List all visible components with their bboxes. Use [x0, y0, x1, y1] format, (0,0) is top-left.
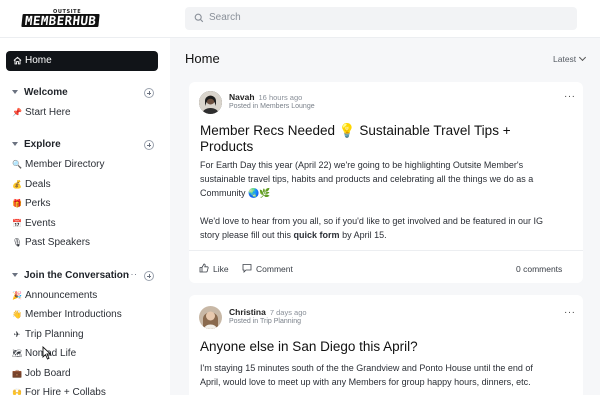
add-icon[interactable]	[144, 140, 154, 150]
sidebar: Home Welcome 📌 Start Here Explore 🔍 Memb…	[0, 38, 170, 395]
body-line: Community 🌏🌿	[200, 188, 271, 198]
avatar-image	[199, 306, 222, 329]
caret-down-icon	[12, 142, 18, 146]
avatar-image	[199, 91, 222, 114]
search-placeholder: Search	[209, 12, 241, 23]
home-icon	[13, 56, 22, 65]
post-body: For Earth Day this year (April 22) we're…	[200, 158, 543, 242]
magnifier-icon: 🔍	[12, 160, 22, 169]
sidebar-item-label: Home	[25, 55, 52, 66]
post-title[interactable]: Anyone else in San Diego this April?	[200, 339, 418, 355]
caret-down-icon	[12, 273, 18, 277]
quick-form-link[interactable]: quick form	[294, 230, 340, 240]
comments-count[interactable]: 0 comments	[516, 264, 562, 274]
map-icon: 🗺	[12, 349, 23, 358]
comment-label: Comment	[256, 264, 293, 274]
microphone-icon: 🎙	[12, 238, 23, 247]
sort-label: Latest	[553, 54, 577, 64]
post-title-line: Member Recs Needed 💡 Sustainable Travel …	[200, 123, 511, 138]
section-title: Explore	[24, 139, 61, 150]
sidebar-item-label: Events	[25, 218, 56, 229]
sidebar-item-label: For Hire + Collabs	[25, 387, 106, 395]
section-title: Join the Conversation	[24, 270, 130, 281]
body-line: I'm staying 15 minutes south of the the …	[200, 363, 533, 373]
body-line: story please fill out this quick form by…	[200, 228, 543, 242]
avatar[interactable]	[199, 91, 222, 114]
post-time: 16 hours ago	[258, 93, 303, 102]
posted-in[interactable]: Posted in Trip Planning	[229, 318, 301, 325]
more-options-icon[interactable]: ···	[127, 269, 138, 279]
like-label: Like	[213, 264, 229, 274]
post-body: I'm staying 15 minutes south of the the …	[200, 361, 533, 389]
raised-hands-icon: 🙌	[12, 388, 22, 395]
search-input[interactable]: Search	[185, 7, 577, 30]
caret-down-icon	[12, 90, 18, 94]
section-title: Welcome	[24, 87, 68, 98]
add-icon[interactable]	[144, 88, 154, 98]
post-card[interactable]: Navah 16 hours ago Posted in Members Loun…	[189, 82, 583, 283]
airplane-icon: ✈	[13, 330, 21, 339]
briefcase-icon: 💼	[12, 369, 22, 378]
comment-icon	[242, 264, 252, 273]
body-line: sustainable travel tips, habits and prod…	[200, 174, 534, 184]
posted-in[interactable]: Posted in Members Lounge	[229, 103, 315, 110]
waving-hand-icon: 👋	[12, 310, 22, 319]
post-title-line: Anyone else in San Diego this April?	[200, 339, 418, 354]
post-options-icon[interactable]: ···	[564, 307, 576, 318]
gift-icon: 🎁	[12, 199, 22, 208]
top-header: OUTSITE MEMBERHUB Search	[0, 0, 600, 38]
calendar-icon: 📅	[12, 219, 22, 228]
post-time: 7 days ago	[269, 308, 307, 317]
chevron-down-icon	[578, 53, 587, 62]
pin-icon: 📌	[12, 108, 22, 117]
author-name: Christina	[229, 307, 266, 317]
author-name: Navah	[229, 92, 255, 102]
body-line: We'd love to hear from you all, so if yo…	[200, 216, 543, 226]
page-title: Home	[185, 51, 220, 66]
search-icon	[194, 13, 204, 23]
sidebar-item-label: Perks	[25, 198, 51, 209]
divider	[189, 250, 583, 251]
avatar[interactable]	[199, 306, 222, 329]
body-line: April, would love to meet up with any Me…	[200, 377, 531, 387]
sidebar-item-label: Job Board	[25, 368, 71, 379]
sidebar-item-label: Deals	[25, 179, 51, 190]
mouse-pointer-icon	[42, 346, 52, 360]
sidebar-item-label: Past Speakers	[25, 237, 91, 248]
add-icon[interactable]	[144, 271, 154, 281]
party-popper-icon: 🎉	[12, 291, 22, 300]
main-feed: Home Latest Navah 16 hours ago Posted in …	[170, 38, 600, 395]
post-author[interactable]: Navah 16 hours ago	[229, 92, 302, 102]
thumbs-up-icon	[199, 263, 209, 273]
body-line: For Earth Day this year (April 22) we're…	[200, 160, 524, 170]
money-bag-icon: 💰	[12, 180, 22, 189]
sidebar-item-label: Announcements	[25, 290, 98, 301]
body-text: story please fill out this	[200, 230, 294, 240]
sidebar-item-label: Start Here	[25, 107, 71, 118]
sidebar-item-label: Trip Planning	[25, 329, 84, 340]
body-text: by April 15.	[339, 230, 387, 240]
sidebar-item-label: Member Directory	[25, 159, 105, 170]
post-card[interactable]: Christina 7 days ago Posted in Trip Plann…	[189, 295, 583, 395]
sidebar-item-label: Member Introductions	[25, 309, 122, 320]
sort-dropdown[interactable]: Latest	[553, 53, 587, 64]
post-author[interactable]: Christina 7 days ago	[229, 307, 307, 317]
post-title-line: Products	[200, 139, 254, 154]
post-options-icon[interactable]: ···	[564, 91, 576, 102]
post-title[interactable]: Member Recs Needed 💡 Sustainable Travel …	[200, 123, 511, 155]
memberhub-logo[interactable]: OUTSITE MEMBERHUB	[21, 9, 108, 28]
sidebar-item-home[interactable]: Home	[6, 51, 158, 71]
logo-big-text: MEMBERHUB	[21, 13, 101, 28]
